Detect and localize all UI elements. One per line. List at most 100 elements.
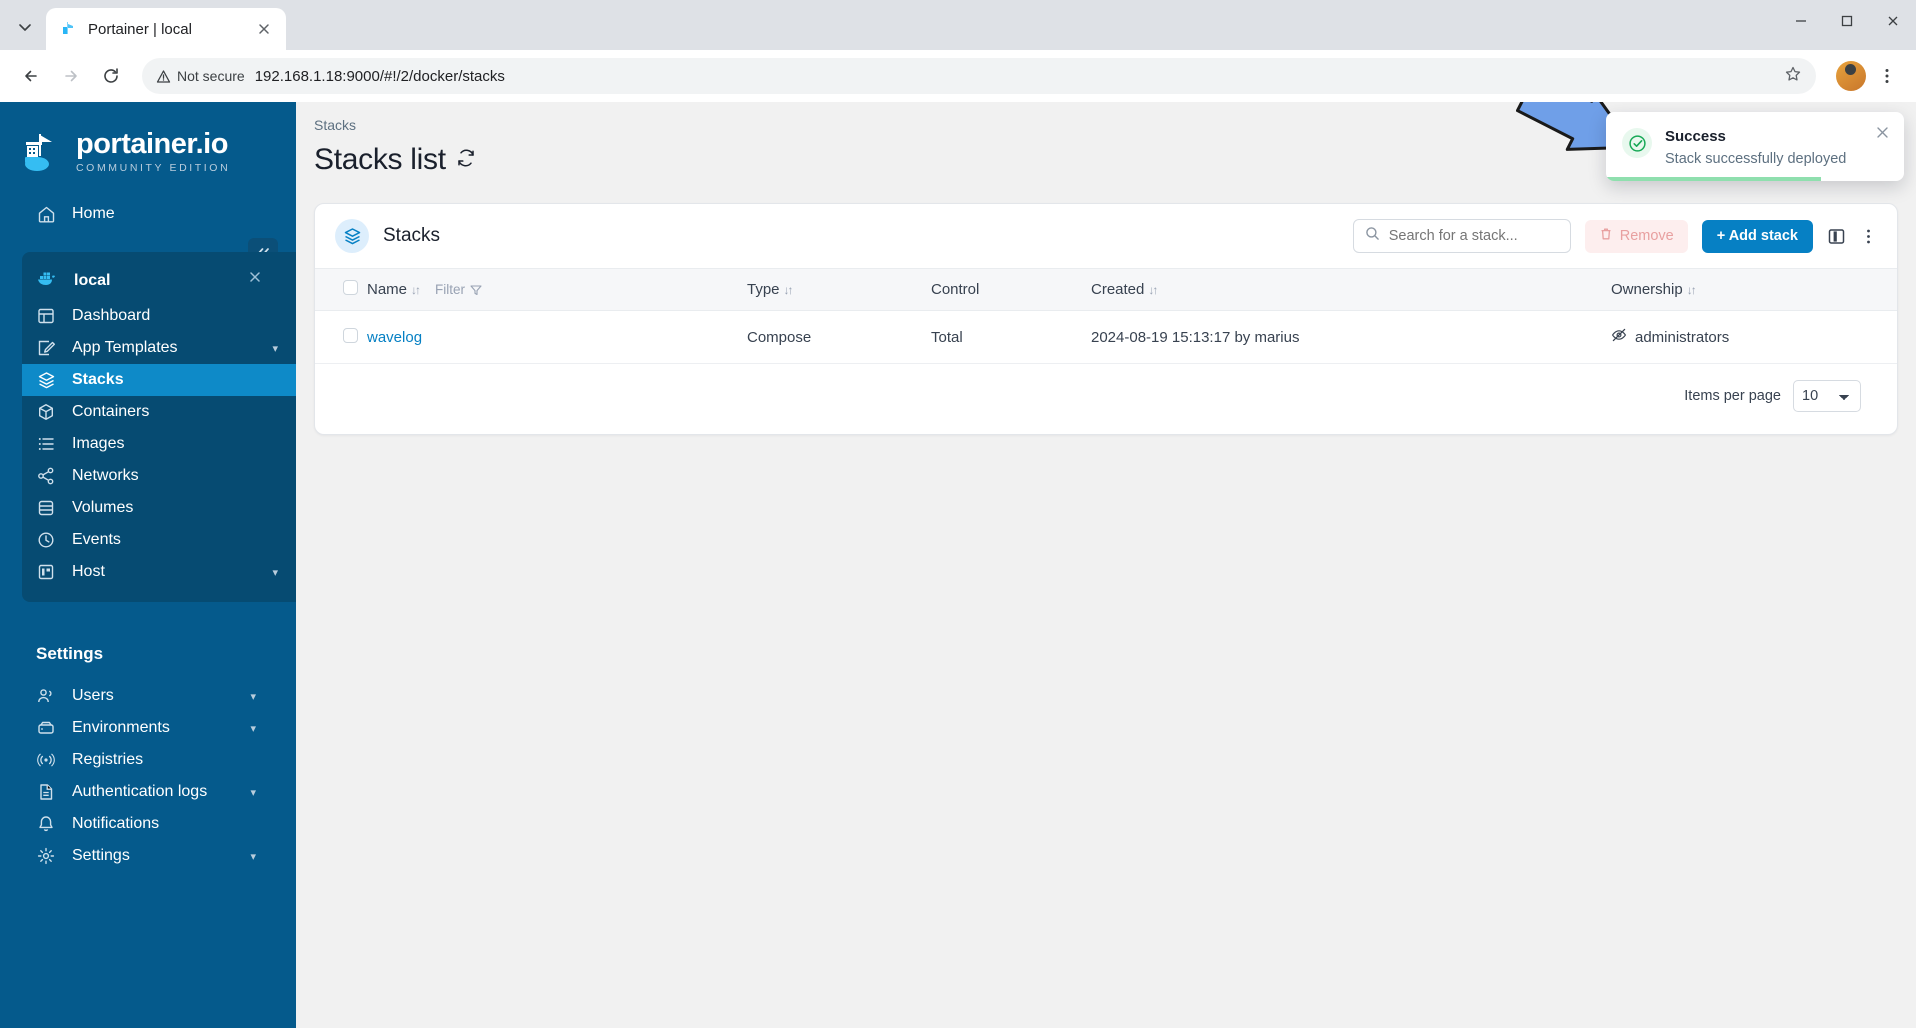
remove-button[interactable]: Remove — [1584, 219, 1688, 253]
items-per-page-label: Items per page — [1684, 388, 1781, 404]
sidebar-item-networks[interactable]: Networks — [22, 460, 296, 492]
search-box[interactable] — [1352, 219, 1571, 253]
card-header: Stacks Remove — [315, 204, 1897, 268]
environment-close-icon[interactable] — [248, 270, 262, 288]
browser-menu-icon[interactable] — [1872, 59, 1902, 93]
column-label: Created — [1091, 281, 1145, 298]
sidebar-item-users[interactable]: Users ▾ — [22, 680, 274, 712]
networks-icon — [36, 466, 56, 486]
table-row[interactable]: wavelog Compose Total 2024-08-19 15:13:1… — [315, 311, 1897, 364]
settings-section-label: Settings — [36, 644, 104, 663]
sidebar-item-label: Containers — [72, 403, 150, 420]
images-icon — [36, 434, 56, 454]
column-header-ownership[interactable]: Ownership ↓↑ — [1611, 269, 1897, 311]
portainer-crane-icon — [18, 128, 66, 176]
sidebar-item-images[interactable]: Images — [22, 428, 296, 460]
chevron-down-icon[interactable]: ▾ — [272, 342, 278, 355]
reload-icon[interactable] — [94, 59, 128, 93]
sidebar-item-notifications[interactable]: Notifications — [22, 808, 274, 840]
chevron-down-icon[interactable]: ▾ — [250, 690, 256, 703]
sidebar-item-app-templates[interactable]: App Templates ▾ — [22, 332, 296, 364]
select-all-checkbox[interactable] — [343, 280, 358, 295]
not-secure-badge[interactable]: Not secure — [156, 68, 245, 84]
sidebar-item-label: Volumes — [72, 499, 134, 516]
column-header-created[interactable]: Created ↓↑ — [1091, 269, 1611, 311]
home-icon — [36, 204, 56, 224]
containers-icon — [36, 402, 56, 422]
sidebar-item-label: Authentication logs — [72, 783, 208, 800]
tab-close-icon[interactable] — [254, 19, 274, 39]
row-select-cell — [315, 311, 367, 364]
chevron-down-icon[interactable]: ▾ — [272, 566, 278, 579]
address-bar[interactable]: Not secure 192.168.1.18:9000/#!/2/docker… — [142, 58, 1816, 94]
sidebar-item-label: Notifications — [72, 815, 160, 832]
sidebar-item-environments[interactable]: Environments ▾ — [22, 712, 274, 744]
stack-name-link[interactable]: wavelog — [367, 329, 422, 346]
add-stack-button[interactable]: + Add stack — [1701, 219, 1813, 253]
registries-icon — [36, 750, 56, 770]
bookmark-star-icon[interactable] — [1784, 65, 1802, 88]
sidebar-item-home[interactable]: Home — [22, 198, 274, 230]
toast-message: Stack successfully deployed — [1665, 151, 1847, 167]
forward-icon[interactable] — [54, 59, 88, 93]
eye-off-icon — [1611, 327, 1627, 347]
table-header: Name ↓↑ Filter Type ↓↑ Control Created ↓… — [315, 268, 1897, 311]
sidebar-item-dashboard[interactable]: Dashboard — [22, 300, 296, 332]
pagination: Items per page 10 — [315, 364, 1897, 434]
host-icon — [36, 562, 56, 582]
sort-icon[interactable]: ↓↑ — [1687, 283, 1697, 297]
auth-logs-icon — [36, 782, 56, 802]
window-controls — [1778, 0, 1916, 50]
portainer-logo[interactable]: portainer.io COMMUNITY EDITION — [0, 102, 296, 198]
items-per-page-select[interactable]: 10 — [1793, 380, 1861, 412]
sidebar-item-settings[interactable]: Settings ▾ — [22, 840, 274, 872]
toast-close-icon[interactable] — [1875, 125, 1890, 145]
tab-title: Portainer | local — [88, 20, 192, 38]
chevron-down-icon[interactable]: ▾ — [250, 786, 256, 799]
main-content: Stacks Stacks list Stacks Search for a s… — [296, 102, 1916, 1028]
profile-avatar[interactable] — [1836, 61, 1866, 91]
column-layout-icon[interactable] — [1827, 227, 1846, 246]
browser-window: Portainer | local Not secure 192.168.1.1… — [0, 0, 1916, 1028]
page-title: Stacks list — [314, 143, 446, 176]
sidebar-item-events[interactable]: Events — [22, 524, 296, 556]
sidebar-item-authentication-logs[interactable]: Authentication logs ▾ — [22, 776, 274, 808]
sort-icon[interactable]: ↓↑ — [1148, 283, 1158, 297]
column-header-type[interactable]: Type ↓↑ — [747, 269, 931, 311]
ownership-label: administrators — [1635, 328, 1730, 346]
tab-search-button[interactable] — [6, 8, 44, 46]
browser-tab[interactable]: Portainer | local — [46, 8, 286, 50]
column-label: Name — [367, 281, 408, 298]
sidebar-item-label: Stacks — [72, 371, 124, 388]
maximize-icon[interactable] — [1824, 0, 1870, 42]
refresh-icon[interactable] — [456, 148, 476, 173]
chevron-down-icon[interactable]: ▾ — [250, 850, 256, 863]
sidebar-item-host[interactable]: Host ▾ — [22, 556, 296, 588]
volumes-icon — [36, 498, 56, 518]
sidebar-item-containers[interactable]: Containers — [22, 396, 296, 428]
more-options-icon[interactable] — [1860, 228, 1877, 245]
chevron-down-icon[interactable]: ▾ — [250, 722, 256, 735]
success-toast: Success Stack successfully deployed — [1606, 112, 1904, 181]
logo-subtitle: COMMUNITY EDITION — [76, 162, 231, 175]
column-header-name[interactable]: Name ↓↑ Filter — [367, 269, 747, 311]
sidebar-item-stacks[interactable]: Stacks — [22, 364, 296, 396]
search-input[interactable] — [1388, 228, 1559, 244]
users-icon — [36, 686, 56, 706]
templates-icon — [36, 338, 56, 358]
stacks-table: Name ↓↑ Filter Type ↓↑ Control Created ↓… — [315, 268, 1897, 364]
sort-icon[interactable]: ↓↑ — [411, 283, 421, 297]
environment-panel: local Dashboard App Templates ▾ Stacks C… — [22, 252, 296, 602]
add-stack-label: + Add stack — [1716, 228, 1798, 244]
back-icon[interactable] — [14, 59, 48, 93]
trash-icon — [1599, 227, 1613, 245]
environment-name: local — [74, 272, 111, 289]
sidebar-item-volumes[interactable]: Volumes — [22, 492, 296, 524]
row-checkbox[interactable] — [343, 327, 358, 343]
minimize-icon[interactable] — [1778, 0, 1824, 42]
column-label: Control — [931, 281, 980, 298]
sidebar-item-registries[interactable]: Registries — [22, 744, 274, 776]
close-window-icon[interactable] — [1870, 0, 1916, 42]
sort-icon[interactable]: ↓↑ — [784, 283, 794, 297]
filter-control[interactable]: Filter — [435, 282, 482, 297]
